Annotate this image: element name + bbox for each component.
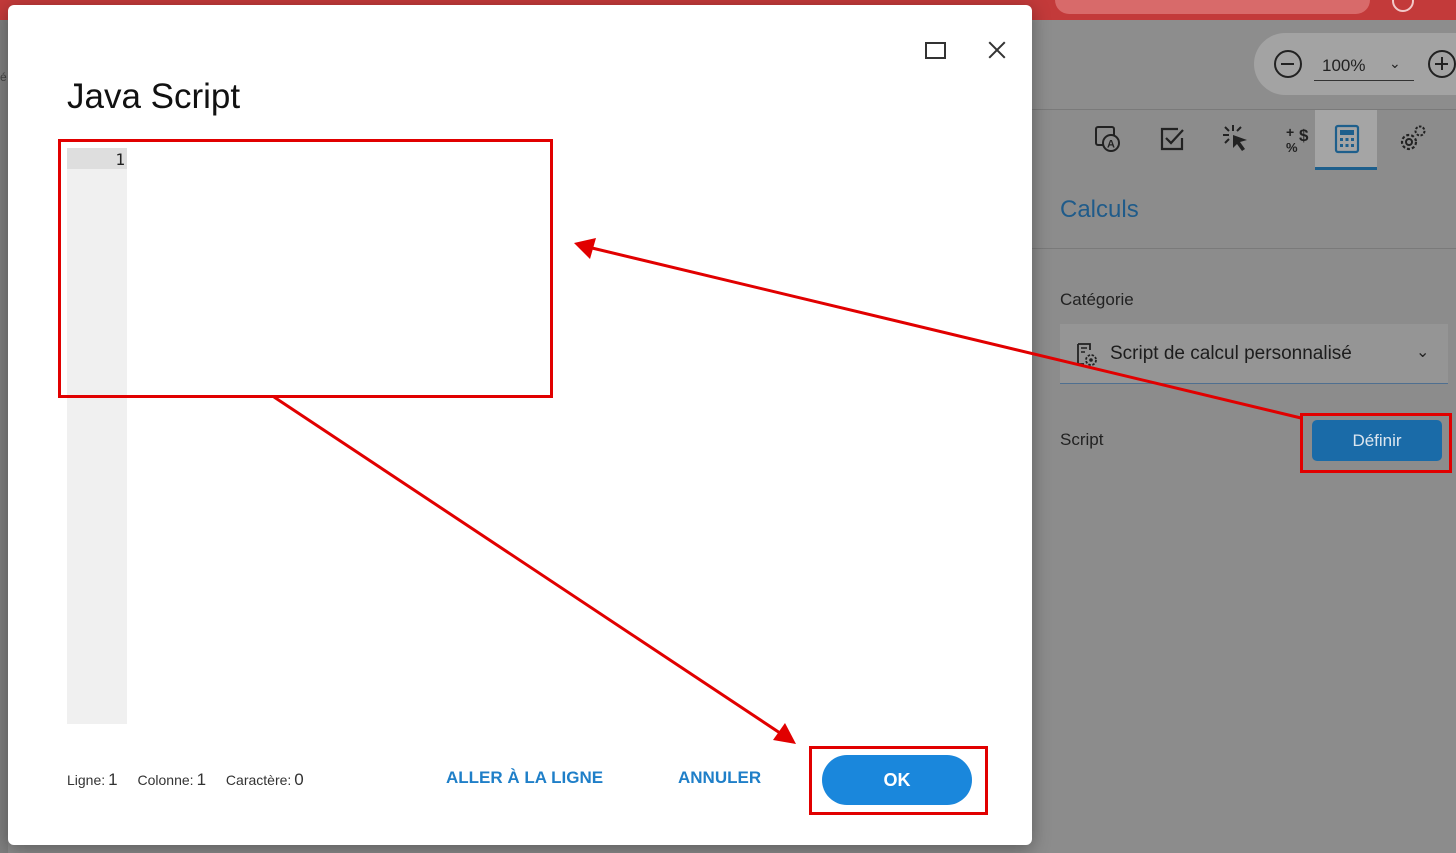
char-label: Caractère: [225,772,292,788]
tab-calculate[interactable] [1315,110,1377,170]
annotation-box-editor [58,139,553,398]
property-tabs: A + $ % [1062,110,1456,172]
line-value: 1 [108,770,118,789]
zoom-select[interactable]: 100% ⌄ [1314,51,1414,81]
section-title: Calculs [1060,196,1139,223]
go-to-line-button[interactable]: ALLER À LA LIGNE [446,768,603,788]
zoom-in-icon[interactable] [1428,50,1456,78]
chevron-down-icon: ⌄ [1389,55,1401,71]
column-label: Colonne: [137,772,194,788]
tab-validation[interactable] [1140,110,1202,170]
chevron-down-icon: ⌄ [1416,344,1430,361]
settings-icon [1400,125,1426,151]
checkbox-icon [1160,127,1184,151]
column-status: Colonne: 1 [137,770,210,789]
script-settings-icon [1077,343,1097,366]
category-value: Script de calcul personnalisé [1110,343,1352,364]
tab-options[interactable] [1380,110,1442,170]
dialog-title: Java Script [67,77,241,116]
tab-actions[interactable] [1204,110,1266,170]
zoom-out-icon[interactable] [1274,50,1302,78]
category-label: Catégorie [1060,290,1134,309]
format-number-icon: + $ % [1286,124,1309,154]
close-icon[interactable] [984,37,1010,63]
javascript-dialog: Java Script 1 Ligne: 1 Colonne: 1 Caractèr… [8,5,1032,845]
tab-appearance[interactable]: A [1076,110,1138,170]
info-icon[interactable] [1392,0,1414,12]
char-value: 0 [294,770,304,789]
search-bar[interactable] [1055,0,1370,14]
annotation-box-ok [809,746,988,815]
zoom-value: 100% [1322,56,1366,75]
svg-text:+: + [1286,124,1294,140]
svg-text:$: $ [1299,126,1309,145]
annotation-box-define [1300,413,1452,473]
form-field-icon: A [1095,126,1120,152]
maximize-icon[interactable] [925,42,946,59]
properties-panel: A + $ % Calculs Catégorie Script de calc… [1032,110,1456,853]
document-area-edge: é [0,20,8,853]
action-click-icon [1223,125,1247,151]
cancel-button[interactable]: ANNULER [678,768,761,788]
script-label: Script [1060,430,1104,449]
truncated-glyph: é [0,70,7,84]
svg-text:%: % [1286,140,1298,154]
line-status: Ligne: 1 [67,770,122,789]
zoom-toolbar: 100% ⌄ [1032,20,1456,110]
calculator-icon [1334,124,1360,154]
column-value: 1 [196,770,207,789]
zoom-control: 100% ⌄ [1254,33,1456,95]
category-select[interactable]: Script de calcul personnalisé ⌄ [1060,324,1448,384]
svg-text:A: A [1107,139,1115,151]
divider [1032,248,1456,249]
line-label: Ligne: [67,772,106,788]
cursor-status: Ligne: 1 Colonne: 1 Caractère: 0 [67,770,320,790]
char-status: Caractère: 0 [225,770,304,789]
